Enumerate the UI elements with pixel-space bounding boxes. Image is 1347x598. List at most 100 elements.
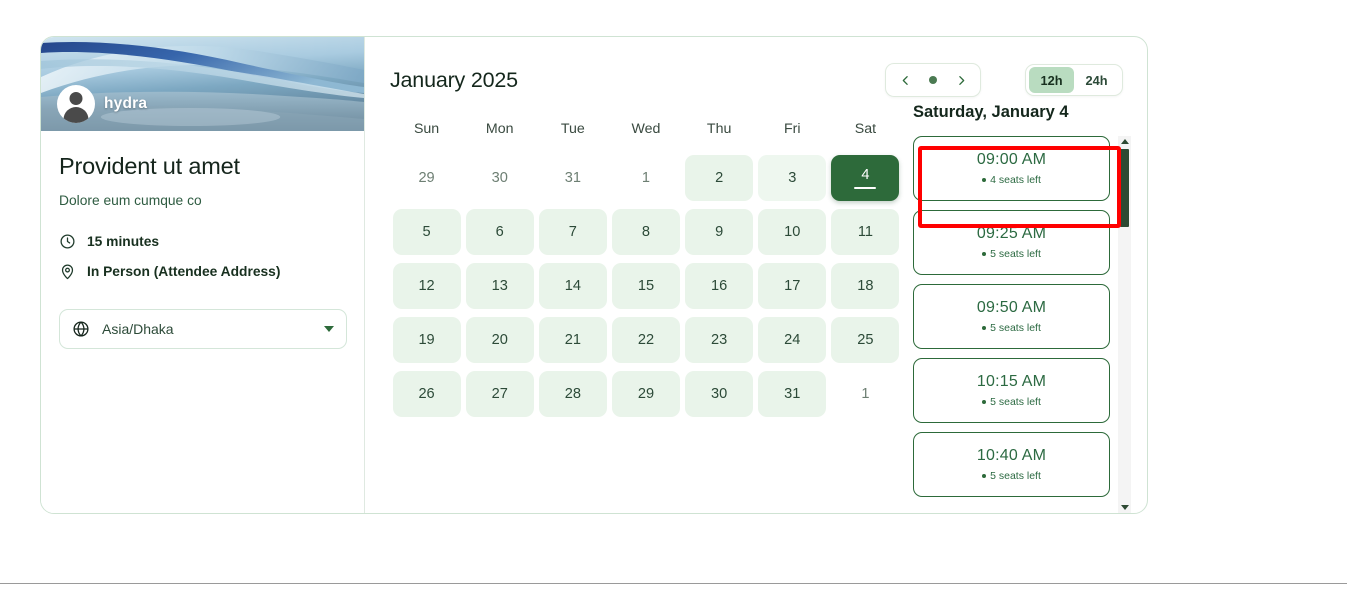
calendar-day-number: 30 (491, 170, 508, 186)
calendar-day-1-outside: 1 (612, 155, 680, 201)
calendar-cell-wrap: 4 (829, 151, 902, 205)
time-slot-seats-text: 5 seats left (990, 248, 1041, 260)
time-slot-1040am[interactable]: 10:40 AM 5 seats left (913, 432, 1110, 497)
calendar-day-29[interactable]: 29 (611, 371, 680, 417)
timezone-value: Asia/Dhaka (102, 321, 174, 337)
time-slot-0900am[interactable]: 09:00 AM 4 seats left (913, 136, 1110, 201)
calendar-cell-wrap: 17 (756, 259, 829, 313)
calendar-cell-wrap: 29 (390, 151, 463, 205)
time-slot-time: 10:40 AM (976, 447, 1047, 464)
calendar-day-7[interactable]: 7 (538, 209, 607, 255)
calendar-cell-wrap: 21 (536, 313, 609, 367)
prev-month-button[interactable] (890, 65, 920, 95)
calendar-day-24[interactable]: 24 (758, 317, 827, 363)
calendar-day-number: 1 (641, 170, 651, 186)
weekday-thu: Thu (706, 121, 732, 137)
hour-format-option-24h[interactable]: 24h (1074, 67, 1119, 93)
time-slot-0950am[interactable]: 09:50 AM 5 seats left (913, 284, 1110, 349)
calendar-day-16[interactable]: 16 (685, 263, 754, 309)
calendar-day-number: 7 (568, 224, 577, 240)
calendar-day-number: 1 (861, 386, 870, 402)
selected-day-underline (854, 186, 877, 190)
calendar-day-21[interactable]: 21 (538, 317, 607, 363)
calendar-day-1-outside: 1 (831, 371, 899, 417)
today-button[interactable] (920, 65, 946, 95)
calendar-day-26[interactable]: 26 (392, 371, 461, 417)
weekday-sun: Sun (413, 121, 440, 137)
calendar-nav-group (885, 63, 981, 97)
time-slot-seats: 5 seats left (982, 470, 1041, 482)
event-meta-list: 15 minutes In Person (Attendee Address) (59, 233, 346, 280)
calendar-day-number: 6 (495, 224, 504, 240)
hour-format-option-12h[interactable]: 12h (1029, 67, 1074, 93)
calendar-day-number: 26 (418, 386, 435, 402)
calendar-day-13[interactable]: 13 (465, 263, 534, 309)
next-month-button[interactable] (946, 65, 976, 95)
hour-format-toggle: 12h 24h (1025, 64, 1123, 96)
calendar-cell-wrap: 1 (609, 151, 682, 205)
calendar-day-2[interactable]: 2 (685, 155, 754, 201)
calendar-day-30[interactable]: 30 (685, 371, 754, 417)
calendar-day-28[interactable]: 28 (538, 371, 607, 417)
calendar-day-27[interactable]: 27 (465, 371, 534, 417)
timezone-select[interactable]: Asia/Dhaka (59, 309, 347, 349)
calendar-day-31[interactable]: 31 (758, 371, 827, 417)
time-slot-0925am[interactable]: 09:25 AM 5 seats left (913, 210, 1110, 275)
time-slot-seats: 4 seats left (982, 174, 1041, 186)
calendar-day-9[interactable]: 9 (685, 209, 754, 255)
calendar-cell-wrap: 29 (609, 367, 682, 421)
calendar-day-18[interactable]: 18 (831, 263, 900, 309)
availability-dot-icon (982, 474, 987, 478)
globe-icon (72, 320, 90, 338)
user-avatar-icon (57, 85, 95, 123)
calendar-day-23[interactable]: 23 (685, 317, 754, 363)
time-slot-time: 10:15 AM (976, 373, 1047, 390)
calendar-day-22[interactable]: 22 (611, 317, 680, 363)
calendar-day-14[interactable]: 14 (538, 263, 607, 309)
calendar-day-19[interactable]: 19 (392, 317, 461, 363)
calendar-cell-wrap: 5 (390, 205, 463, 259)
calendar-day-15[interactable]: 15 (611, 263, 680, 309)
time-slot-seats-text: 5 seats left (990, 322, 1041, 334)
event-duration-text: 15 minutes (87, 234, 160, 249)
calendar-day-3[interactable]: 3 (758, 155, 827, 201)
calendar-day-number: 30 (711, 386, 728, 402)
time-slot-1015am[interactable]: 10:15 AM 5 seats left (913, 358, 1110, 423)
calendar-day-number: 31 (564, 170, 581, 186)
time-slots-panel: Saturday, January 4 09:00 AM 4 seats left… (902, 101, 1147, 513)
weekday-fri: Fri (784, 121, 801, 137)
calendar-cell-wrap: 27 (463, 367, 536, 421)
calendar-day-number: 21 (564, 332, 581, 348)
calendar-day-12[interactable]: 12 (392, 263, 461, 309)
time-slot-time: 09:50 AM (976, 299, 1047, 316)
calendar-day-number: 11 (857, 224, 873, 240)
clock-icon (59, 233, 76, 250)
slots-scroll-area: 09:00 AM 4 seats left 09:25 AM 5 seats left… (913, 136, 1147, 513)
calendar-day-4[interactable]: 4 (831, 155, 900, 201)
calendar-day-number: 29 (418, 170, 435, 186)
calendar-day-25[interactable]: 25 (831, 317, 900, 363)
calendar-day-11[interactable]: 11 (831, 209, 900, 255)
calendar-cell-wrap: 31 (536, 151, 609, 205)
scrollbar-thumb[interactable] (1120, 149, 1129, 227)
calendar-day-number: 19 (418, 332, 435, 348)
weekday-tue: Tue (560, 121, 585, 137)
calendar-header: January 2025 12h 24h (365, 59, 1147, 101)
weekday-header-row: Sun Mon Tue Wed Thu Fri Sat (390, 115, 902, 151)
calendar-day-8[interactable]: 8 (611, 209, 680, 255)
triangle-up-icon[interactable] (1120, 139, 1129, 144)
avatar-body (63, 107, 89, 123)
calendar-day-number: 5 (422, 224, 431, 240)
event-info-panel: hydra Provident ut amet Dolore eum cumqu… (41, 37, 365, 513)
event-location-row: In Person (Attendee Address) (59, 263, 346, 280)
calendar-day-17[interactable]: 17 (758, 263, 827, 309)
page-bottom-divider (0, 583, 1347, 584)
calendar-day-5[interactable]: 5 (392, 209, 461, 255)
calendar-day-6[interactable]: 6 (465, 209, 534, 255)
calendar-day-10[interactable]: 10 (758, 209, 827, 255)
calendar-day-20[interactable]: 20 (465, 317, 534, 363)
triangle-down-icon[interactable] (1120, 505, 1129, 510)
weekday-sat: Sat (854, 121, 877, 137)
calendar-week-row: 29 30 31 1 2 3 4 (390, 151, 902, 205)
time-slots-scrollbar[interactable] (1118, 136, 1131, 513)
